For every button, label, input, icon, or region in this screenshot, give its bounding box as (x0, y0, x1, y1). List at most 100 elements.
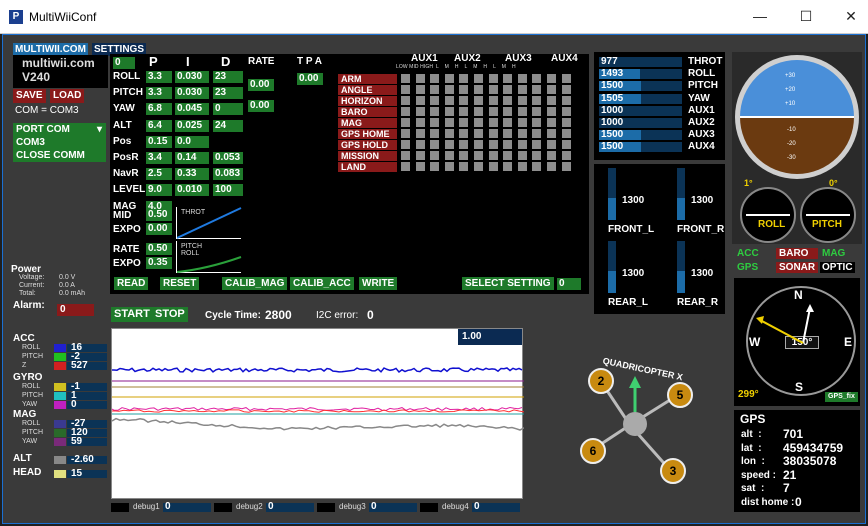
pid-p-value[interactable]: 3.3 (146, 71, 172, 83)
aux-checkbox[interactable] (488, 140, 498, 149)
rate-rollpitch-value[interactable]: 0.00 (248, 79, 274, 91)
aux-checkbox[interactable] (430, 140, 440, 149)
aux-checkbox[interactable] (444, 162, 454, 171)
aux-checkbox[interactable] (474, 107, 483, 116)
aux-checkbox[interactable] (561, 129, 571, 138)
mid-value[interactable]: 0.50 (146, 209, 172, 221)
aux-checkbox[interactable] (415, 85, 425, 94)
aux-checkbox[interactable] (488, 96, 498, 105)
aux-checkbox[interactable] (547, 151, 556, 160)
aux-checkbox[interactable] (444, 140, 454, 149)
aux-checkbox[interactable] (503, 96, 513, 105)
aux-checkbox[interactable] (488, 151, 498, 160)
aux-checkbox[interactable] (517, 129, 527, 138)
aux-checkbox[interactable] (459, 140, 469, 149)
aux-checkbox[interactable] (503, 151, 513, 160)
expo2-value[interactable]: 0.35 (146, 257, 172, 269)
pid-i-value[interactable]: 0.045 (175, 103, 209, 116)
aux-checkbox[interactable] (517, 96, 527, 105)
aux-checkbox[interactable] (503, 140, 513, 149)
aux-checkbox[interactable] (561, 140, 571, 149)
aux-checkbox[interactable] (503, 129, 513, 138)
aux-checkbox[interactable] (503, 85, 513, 94)
aux-checkbox[interactable] (561, 118, 571, 127)
profile-value[interactable]: 0 (113, 57, 135, 69)
stop-button[interactable]: STOP (152, 307, 188, 322)
aux-checkbox[interactable] (488, 107, 498, 116)
aux-checkbox[interactable] (474, 118, 483, 127)
aux-checkbox[interactable] (532, 129, 542, 138)
close-button[interactable]: ✕ (836, 4, 866, 28)
alarm-input[interactable]: 0 (57, 304, 94, 316)
aux-checkbox[interactable] (415, 74, 425, 83)
pid-p-value[interactable]: 3.4 (146, 152, 172, 164)
aux-checkbox[interactable] (474, 74, 483, 83)
aux-checkbox[interactable] (532, 140, 542, 149)
aux-checkbox[interactable] (474, 96, 483, 105)
aux-checkbox[interactable] (401, 140, 410, 149)
aux-checkbox[interactable] (430, 107, 440, 116)
port-com-dropdown[interactable]: PORT COM ▾ (13, 123, 106, 137)
aux-checkbox[interactable] (459, 162, 469, 171)
aux-checkbox[interactable] (488, 162, 498, 171)
aux-checkbox[interactable] (474, 85, 483, 94)
aux-checkbox[interactable] (430, 96, 440, 105)
aux-checkbox[interactable] (401, 107, 410, 116)
aux-checkbox[interactable] (415, 140, 425, 149)
aux-checkbox[interactable] (474, 151, 483, 160)
aux-checkbox[interactable] (415, 96, 425, 105)
reset-button[interactable]: RESET (160, 277, 200, 290)
load-button[interactable]: LOAD (50, 89, 85, 103)
pid-i-value[interactable]: 0.0 (175, 135, 209, 148)
pid-i-value[interactable]: 0.33 (175, 168, 209, 181)
aux-checkbox[interactable] (459, 118, 469, 127)
aux-checkbox[interactable] (459, 96, 469, 105)
aux-checkbox[interactable] (532, 151, 542, 160)
save-button[interactable]: SAVE (13, 89, 46, 103)
aux-checkbox[interactable] (459, 151, 469, 160)
aux-checkbox[interactable] (459, 85, 469, 94)
aux-checkbox[interactable] (474, 140, 483, 149)
aux-checkbox[interactable] (444, 118, 454, 127)
pid-d-value[interactable]: 100 (213, 184, 243, 197)
aux-checkbox[interactable] (415, 107, 425, 116)
pid-d-value[interactable]: 24 (213, 119, 243, 132)
select-setting-value[interactable]: 0 (557, 278, 581, 290)
pid-p-value[interactable]: 3.3 (146, 87, 172, 100)
aux-checkbox[interactable] (415, 118, 425, 127)
aux-checkbox[interactable] (415, 151, 425, 160)
calib-mag-button[interactable]: CALIB_MAG (222, 277, 288, 290)
aux-checkbox[interactable] (547, 85, 556, 94)
aux-checkbox[interactable] (444, 151, 454, 160)
aux-checkbox[interactable] (503, 74, 513, 83)
aux-checkbox[interactable] (561, 85, 571, 94)
aux-checkbox[interactable] (459, 129, 469, 138)
pid-d-value[interactable]: 0 (213, 103, 243, 116)
aux-checkbox[interactable] (444, 74, 454, 83)
expo-value[interactable]: 0.00 (146, 223, 172, 235)
aux-checkbox[interactable] (401, 118, 410, 127)
minimize-button[interactable]: — (745, 4, 775, 28)
aux-checkbox[interactable] (561, 162, 571, 171)
aux-checkbox[interactable] (561, 96, 571, 105)
aux-checkbox[interactable] (401, 162, 410, 171)
aux-checkbox[interactable] (401, 85, 410, 94)
aux-checkbox[interactable] (488, 129, 498, 138)
aux-checkbox[interactable] (444, 129, 454, 138)
aux-checkbox[interactable] (444, 85, 454, 94)
calib-acc-button[interactable]: CALIB_ACC (290, 277, 354, 290)
start-button[interactable]: START (111, 307, 153, 322)
aux-checkbox[interactable] (430, 151, 440, 160)
tpa-value[interactable]: 0.00 (297, 73, 323, 85)
aux-checkbox[interactable] (547, 140, 556, 149)
rate-yaw-value[interactable]: 0.00 (248, 100, 274, 112)
aux-checkbox[interactable] (547, 74, 556, 83)
aux-checkbox[interactable] (430, 129, 440, 138)
pid-i-value[interactable]: 0.010 (175, 184, 209, 197)
pid-d-value[interactable]: 23 (213, 71, 243, 83)
aux-checkbox[interactable] (517, 85, 527, 94)
aux-checkbox[interactable] (517, 151, 527, 160)
pid-d-value[interactable]: 0.053 (213, 152, 243, 164)
aux-checkbox[interactable] (561, 74, 571, 83)
aux-checkbox[interactable] (401, 74, 410, 83)
